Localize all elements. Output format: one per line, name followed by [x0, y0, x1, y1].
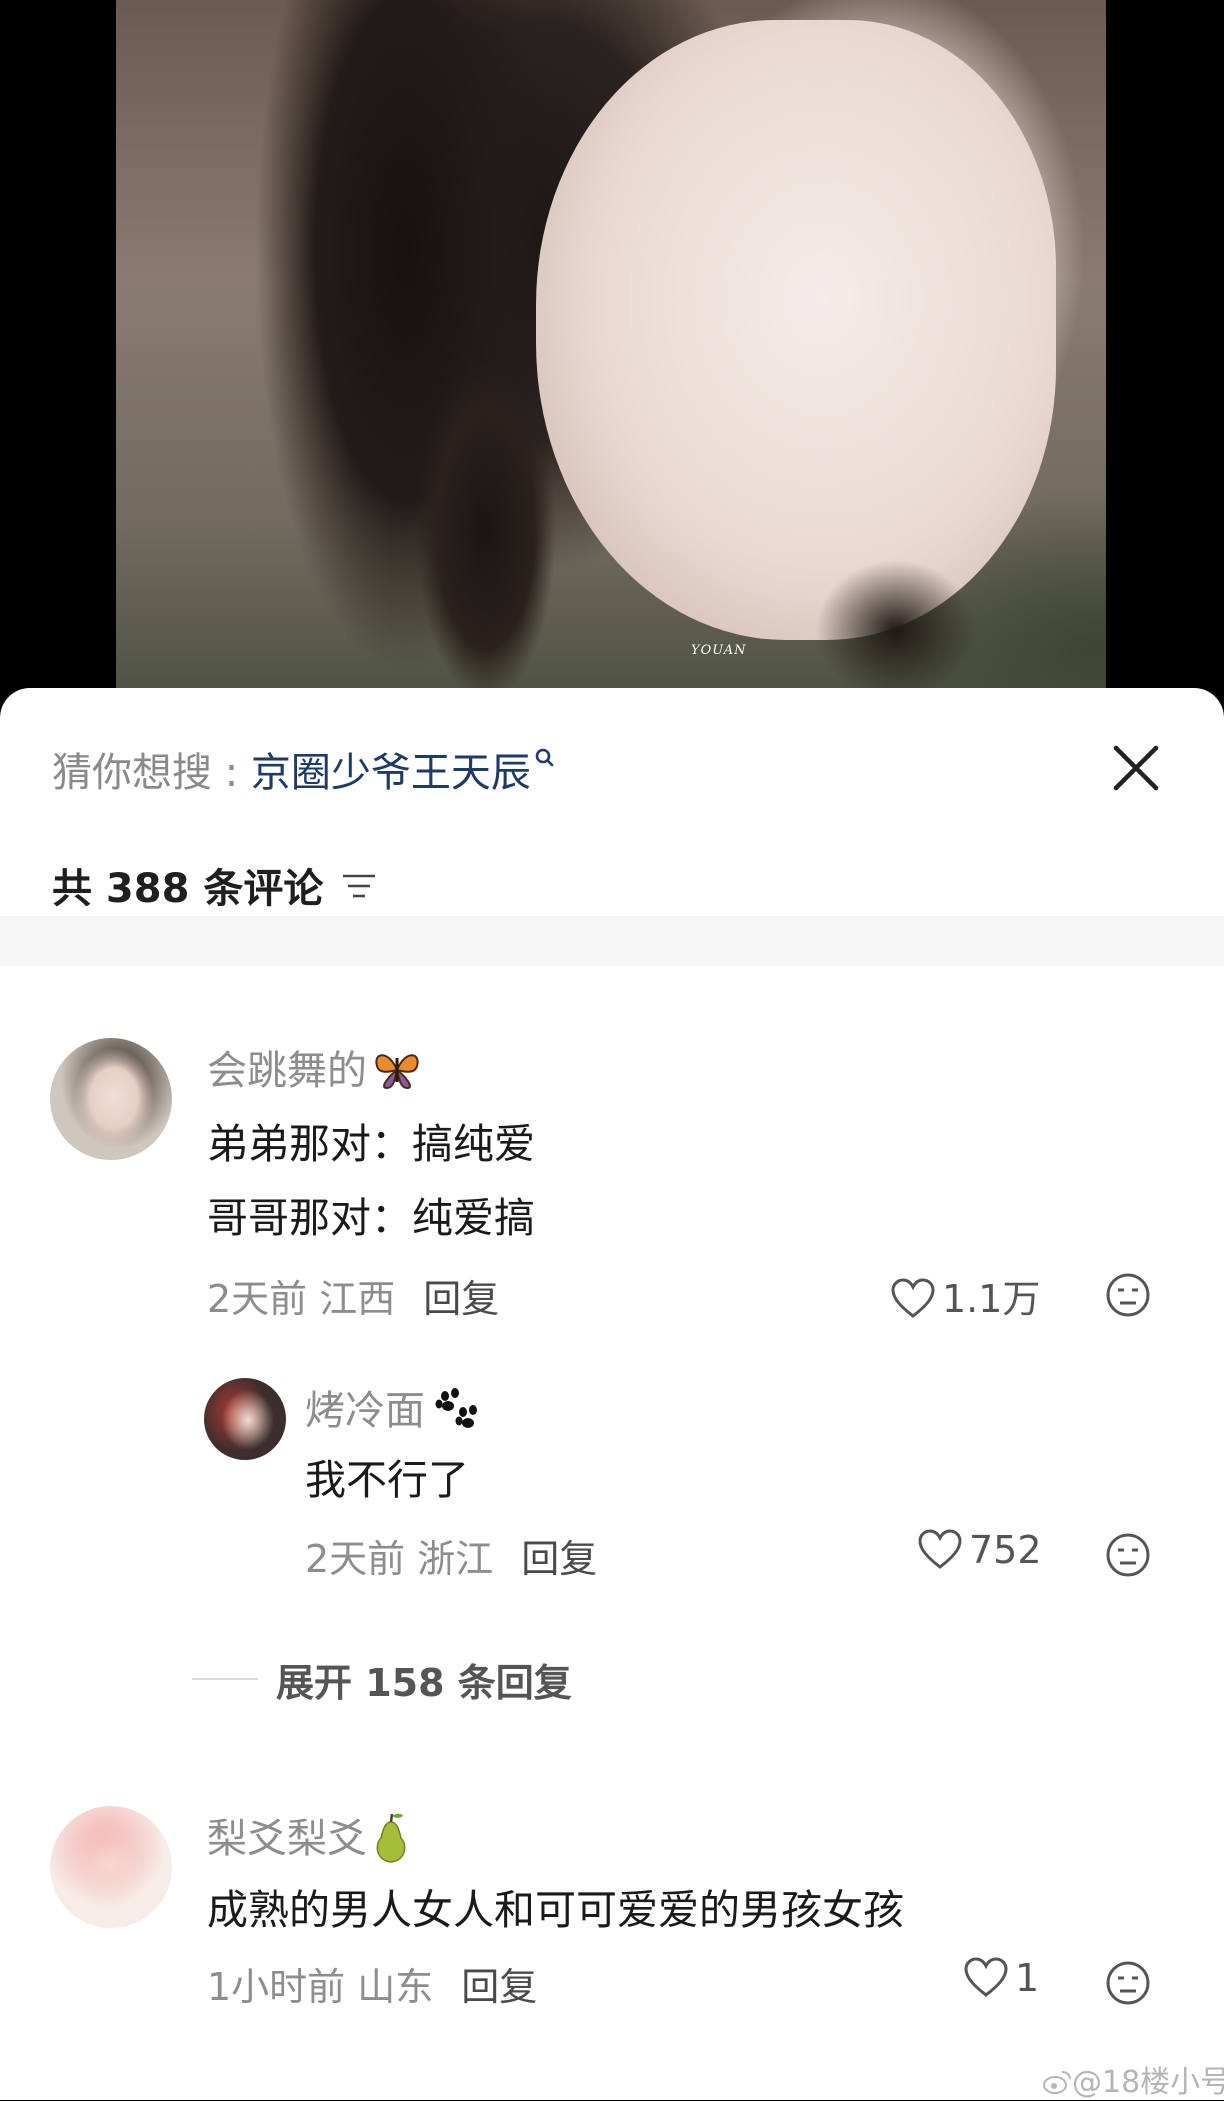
reply-button[interactable]: 回复: [423, 1277, 499, 1321]
video-player[interactable]: YOUAN: [0, 0, 1224, 700]
reply-time: 2天前: [305, 1537, 406, 1581]
reply-location: 浙江: [417, 1537, 494, 1581]
dislike-button[interactable]: [1105, 1272, 1151, 1322]
avatar[interactable]: [50, 1806, 172, 1928]
paw-icon: [425, 1388, 479, 1434]
expand-divider: [192, 1678, 258, 1680]
search-mini-icon: [535, 734, 555, 780]
pear-icon: [367, 1813, 411, 1863]
reply-meta: 2天前 浙江 回复: [305, 1528, 597, 1583]
like-button[interactable]: 752: [917, 1528, 1042, 1572]
filter-icon[interactable]: [341, 865, 377, 911]
dislike-button[interactable]: [1105, 1960, 1151, 2010]
comment-text-line: 弟弟那对：搞纯爱: [207, 1120, 535, 1168]
close-button[interactable]: [1108, 740, 1164, 796]
dislike-face-icon: [1106, 1533, 1150, 1577]
section-divider: [0, 916, 1224, 966]
comment-text-line: 哥哥那对：纯爱搞: [207, 1194, 535, 1242]
reply-text: 我不行了: [305, 1456, 469, 1504]
like-button[interactable]: 1.1万: [890, 1268, 1040, 1323]
video-frame: YOUAN: [116, 0, 1106, 700]
reply-button[interactable]: 回复: [461, 1965, 537, 2009]
comment-sheet: 猜你想搜 : 京圈少爷王天辰 共 388 条评论 会跳舞的 弟弟那对：搞纯爱 哥…: [0, 688, 1224, 2100]
like-count: 752: [969, 1528, 1042, 1572]
expand-replies-button[interactable]: 展开 158 条回复: [276, 1652, 572, 1707]
like-count: 1.1万: [942, 1277, 1041, 1321]
butterfly-icon: [367, 1048, 423, 1094]
video-watermark: YOUAN: [691, 643, 747, 658]
reply-username[interactable]: 烤冷面: [305, 1378, 479, 1436]
comment-location: 江西: [319, 1277, 396, 1321]
comment-username[interactable]: 会跳舞的: [207, 1038, 423, 1096]
footer-watermark: @18楼小号: [1042, 2057, 1224, 2101]
comment-count: 共 388 条评论: [52, 866, 324, 912]
comment-text-line: 成熟的男人女人和可可爱爱的男孩女孩: [207, 1886, 904, 1934]
dislike-face-icon: [1106, 1961, 1150, 2005]
reply-button[interactable]: 回复: [521, 1537, 597, 1581]
comment-username[interactable]: 梨爻梨爻: [207, 1806, 411, 1864]
comment-meta: 1小时前 山东 回复: [207, 1956, 537, 2011]
comment-time: 1小时前: [207, 1965, 346, 2009]
search-suggestion[interactable]: 猜你想搜 : 京圈少爷王天辰: [52, 740, 555, 798]
close-icon: [1113, 745, 1159, 791]
dislike-face-icon: [1106, 1273, 1150, 1317]
heart-icon: [964, 1956, 1008, 1997]
like-count: 1: [1015, 1956, 1040, 2000]
search-suggestion-query[interactable]: 京圈少爷王天辰: [251, 750, 531, 796]
dislike-button[interactable]: [1105, 1532, 1151, 1582]
avatar[interactable]: [204, 1378, 286, 1460]
comment-meta: 2天前 江西 回复: [207, 1268, 499, 1323]
comment-count-row: 共 388 条评论: [52, 856, 377, 914]
search-suggestion-prefix: 猜你想搜 :: [52, 750, 251, 796]
comment-location: 山东: [357, 1965, 434, 2009]
heart-icon: [918, 1528, 962, 1569]
comment-time: 2天前: [207, 1277, 308, 1321]
weibo-icon: [1042, 2065, 1072, 2100]
avatar[interactable]: [50, 1038, 172, 1160]
like-button[interactable]: 1: [963, 1956, 1039, 2000]
heart-icon: [891, 1277, 935, 1318]
